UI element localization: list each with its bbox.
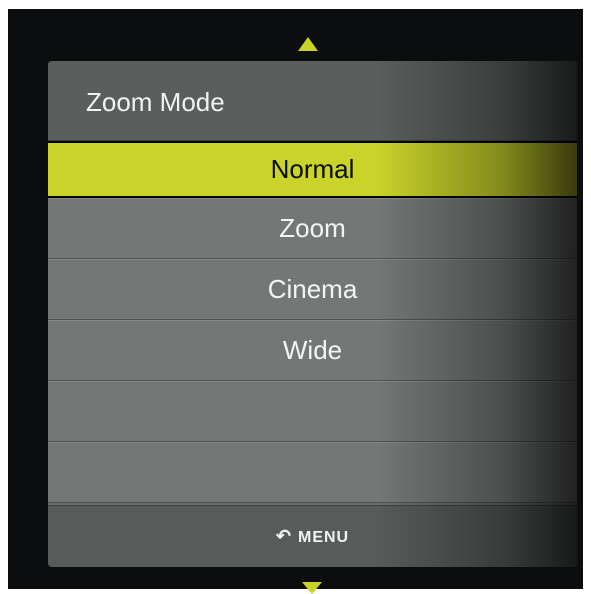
osd-screen: Zoom Mode Normal Zoom Cinema Wide ↶ MENU <box>8 9 583 594</box>
menu-item-label: Zoom <box>279 213 346 243</box>
menu-item-empty <box>48 442 577 503</box>
menu-item-normal[interactable]: Normal <box>48 141 577 198</box>
menu-back-label: MENU <box>297 529 350 546</box>
zoom-mode-menu: Zoom Mode Normal Zoom Cinema Wide ↶ MENU <box>48 61 577 567</box>
menu-title: Zoom Mode <box>86 87 225 117</box>
menu-item-empty <box>48 381 577 442</box>
menu-item-label: Wide <box>282 335 343 365</box>
scroll-up-arrow-icon[interactable] <box>298 37 318 51</box>
menu-footer[interactable]: ↶ MENU <box>48 505 577 567</box>
menu-item-cinema[interactable]: Cinema <box>48 259 577 320</box>
menu-item-zoom[interactable]: Zoom <box>48 198 577 259</box>
menu-back-button[interactable]: ↶ MENU <box>48 526 577 548</box>
menu-item-label: Cinema <box>267 274 358 304</box>
back-arrow-icon: ↶ <box>275 526 292 546</box>
menu-header: Zoom Mode <box>48 61 577 141</box>
scroll-down-arrow-icon[interactable] <box>302 582 322 594</box>
menu-item-wide[interactable]: Wide <box>48 320 577 381</box>
menu-item-label: Normal <box>270 154 355 184</box>
